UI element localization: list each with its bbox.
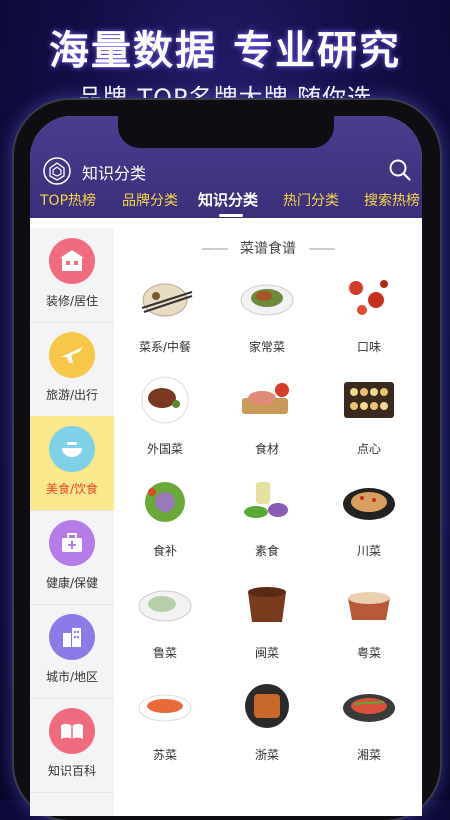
grid-item-dimsum[interactable]: 点心 bbox=[318, 370, 420, 472]
grid-item-label: 食材 bbox=[254, 442, 279, 456]
grid-item-label: 粤菜 bbox=[356, 646, 381, 660]
sidebar-item-food[interactable]: 美食/饮食 bbox=[30, 416, 114, 511]
grid-item-label: 点心 bbox=[356, 442, 381, 456]
grid-item-homestyle[interactable]: 家常菜 bbox=[216, 268, 318, 370]
app-screen: 知识分类 TOP热榜 品牌分类 知识分类 热门分类 搜索热榜 装修/居住 旅游/… bbox=[30, 116, 422, 816]
search-icon[interactable] bbox=[388, 158, 412, 182]
dish-image bbox=[344, 382, 394, 418]
book-icon bbox=[49, 708, 95, 754]
sidebar: 装修/居住 旅游/出行 美食/饮食 健康/保健 城市/地区 知识百科 bbox=[30, 228, 114, 816]
grid-item-label: 川菜 bbox=[356, 544, 381, 558]
section-title-dash: —— bbox=[308, 241, 335, 257]
sidebar-item-label: 知识百科 bbox=[47, 764, 96, 778]
grid-item-cuisine[interactable]: 菜系/中餐 bbox=[114, 268, 216, 370]
medkit-icon bbox=[49, 520, 95, 566]
dish-image bbox=[245, 684, 289, 728]
section-title: —— 菜谱食谱 —— bbox=[114, 238, 422, 258]
grid-item-label: 苏菜 bbox=[152, 748, 177, 762]
tab-brand-category[interactable]: 品牌分类 bbox=[122, 190, 178, 210]
sidebar-item-city[interactable]: 城市/地区 bbox=[30, 604, 114, 699]
sidebar-item-label: 城市/地区 bbox=[45, 670, 99, 684]
grid-item-label: 浙菜 bbox=[254, 748, 279, 762]
grid-item-label: 外国菜 bbox=[146, 442, 183, 456]
grid-item-label: 鲁菜 bbox=[152, 646, 177, 660]
tab-top-hot[interactable]: TOP热榜 bbox=[40, 190, 96, 210]
dish-image bbox=[242, 383, 289, 414]
grid-item-label: 湘菜 bbox=[356, 748, 381, 762]
dish-image bbox=[343, 694, 395, 722]
sidebar-item-label: 旅游/出行 bbox=[45, 388, 99, 402]
tab-knowledge-category[interactable]: 知识分类 bbox=[198, 190, 258, 210]
sidebar-item-travel[interactable]: 旅游/出行 bbox=[30, 322, 114, 417]
dish-image bbox=[240, 284, 294, 316]
active-tab-indicator bbox=[219, 214, 243, 217]
dish-image bbox=[145, 482, 185, 522]
page-title: 知识分类 bbox=[82, 164, 147, 183]
dish-image bbox=[138, 694, 192, 722]
sidebar-item-decoration[interactable]: 装修/居住 bbox=[30, 228, 114, 323]
dish-image bbox=[244, 482, 288, 518]
grid-item-vegetarian[interactable]: 素食 bbox=[216, 472, 318, 574]
building-icon bbox=[49, 614, 95, 660]
grid-item-zhejiang[interactable]: 浙菜 bbox=[216, 676, 318, 778]
tab-search-hot[interactable]: 搜索热榜 bbox=[364, 190, 420, 210]
dish-image bbox=[248, 587, 286, 622]
section-title-dash: —— bbox=[201, 241, 229, 257]
grid-item-foreign[interactable]: 外国菜 bbox=[114, 370, 216, 472]
tab-hot-category[interactable]: 热门分类 bbox=[283, 190, 339, 210]
sidebar-item-health[interactable]: 健康/保健 bbox=[30, 510, 114, 605]
grid-item-jiangsu[interactable]: 苏菜 bbox=[114, 676, 216, 778]
plane-icon bbox=[49, 332, 95, 378]
grid-item-label: 食补 bbox=[152, 544, 177, 558]
section-title-text: 菜谱食谱 bbox=[240, 241, 296, 257]
sidebar-item-label: 健康/保健 bbox=[45, 576, 99, 590]
grid-item-label: 口味 bbox=[356, 340, 381, 354]
dish-image bbox=[141, 283, 193, 317]
grid-item-ingredients[interactable]: 食材 bbox=[216, 370, 318, 472]
grid-item-hunan[interactable]: 湘菜 bbox=[318, 676, 420, 778]
grid-item-fujian[interactable]: 闽菜 bbox=[216, 574, 318, 676]
phone-notch bbox=[118, 116, 334, 148]
grid-item-label: 家常菜 bbox=[248, 340, 285, 354]
grid-item-label: 菜系/中餐 bbox=[138, 340, 192, 354]
app-logo-icon bbox=[43, 157, 71, 185]
grid-item-label: 闽菜 bbox=[254, 646, 279, 660]
content-panel: —— 菜谱食谱 —— 菜系/中餐 家常菜 口味 外国菜 食材 点心 食补 素食 … bbox=[114, 228, 422, 816]
grid-item-sichuan[interactable]: 川菜 bbox=[318, 472, 420, 574]
dish-image bbox=[141, 376, 189, 424]
sidebar-item-encyclopedia[interactable]: 知识百科 bbox=[30, 698, 114, 793]
grid-item-label: 素食 bbox=[254, 544, 279, 558]
dish-image bbox=[349, 280, 388, 315]
grid-item-cantonese[interactable]: 粤菜 bbox=[318, 574, 420, 676]
grid-item-dietary[interactable]: 食补 bbox=[114, 472, 216, 574]
dish-image bbox=[138, 590, 192, 622]
grid-item-shandong[interactable]: 鲁菜 bbox=[114, 574, 216, 676]
bowl-icon bbox=[49, 426, 95, 472]
grid-item-flavor[interactable]: 口味 bbox=[318, 268, 420, 370]
sidebar-item-label: 装修/居住 bbox=[45, 294, 99, 308]
sidebar-item-label: 美食/饮食 bbox=[45, 482, 99, 496]
dish-image bbox=[343, 488, 395, 520]
promo-title: 海量数据 专业研究 bbox=[49, 28, 401, 74]
house-icon bbox=[49, 238, 95, 284]
dish-image bbox=[348, 592, 390, 620]
